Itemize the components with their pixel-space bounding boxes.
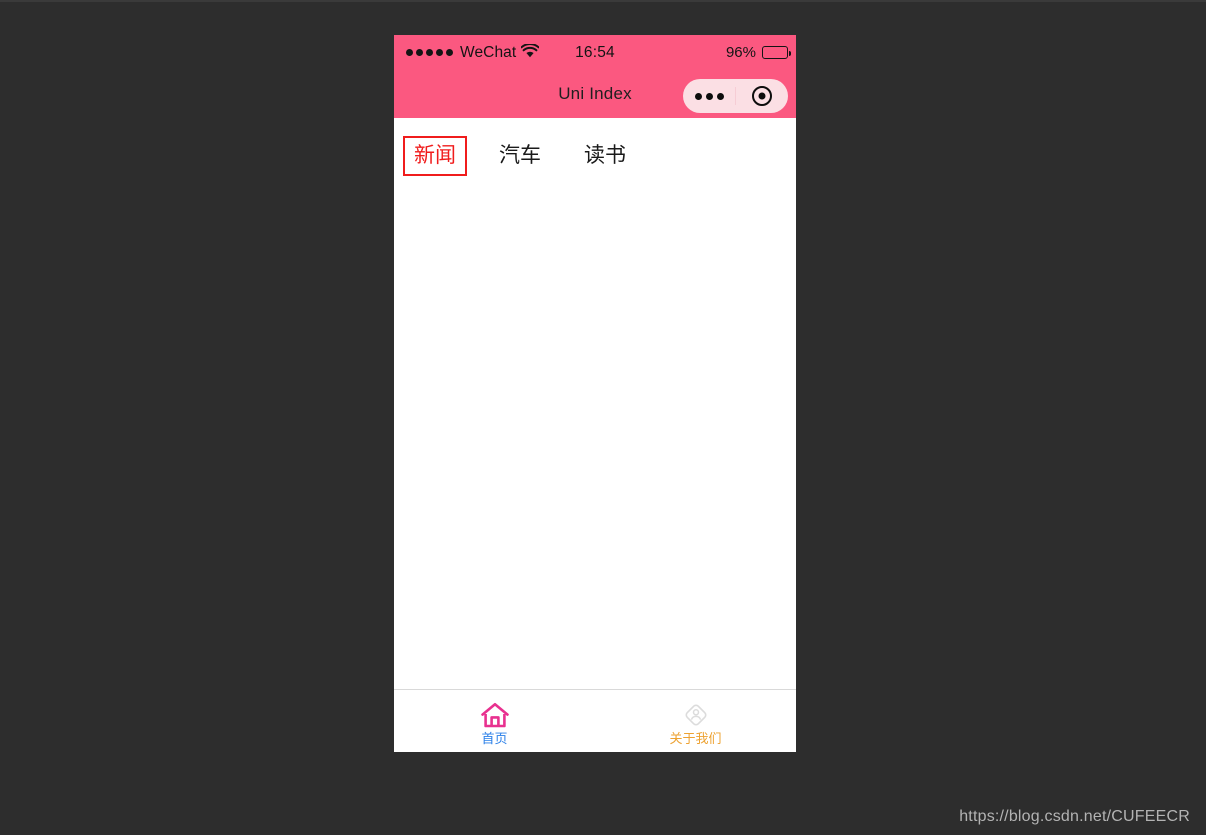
bottom-tab-bar: 首页 关于我们: [394, 689, 796, 752]
top-hairline: [0, 0, 1206, 2]
category-tab-reading[interactable]: 读书: [573, 136, 637, 176]
tab-bar-item-home[interactable]: 首页: [394, 690, 595, 752]
nav-bar: Uni Index: [394, 70, 796, 118]
home-icon: [480, 700, 510, 730]
phone-frame: WeChat 16:54 96% Uni Index 新闻 汽车 读书 首页 关…: [394, 35, 796, 752]
category-tab-list: 新闻 汽车 读书: [394, 118, 796, 177]
tab-bar-label-about: 关于我们: [669, 731, 722, 746]
ellipsis-icon[interactable]: [683, 92, 735, 100]
tab-bar-label-home: 首页: [481, 731, 508, 746]
battery-percent-label: 96%: [725, 44, 756, 61]
user-diamond-icon: [681, 700, 711, 730]
category-tab-cars[interactable]: 汽车: [488, 136, 552, 176]
watermark-url: https://blog.csdn.net/CUFEECR: [959, 808, 1190, 825]
category-tab-news[interactable]: 新闻: [403, 136, 467, 177]
tab-bar-item-about[interactable]: 关于我们: [595, 690, 796, 752]
target-circle-icon[interactable]: [736, 86, 788, 106]
content-area: [394, 176, 796, 639]
wechat-capsule-button[interactable]: [683, 79, 788, 113]
status-bar-right: 96%: [725, 35, 791, 70]
status-bar: WeChat 16:54 96%: [394, 35, 796, 70]
battery-full-icon: [762, 46, 791, 59]
